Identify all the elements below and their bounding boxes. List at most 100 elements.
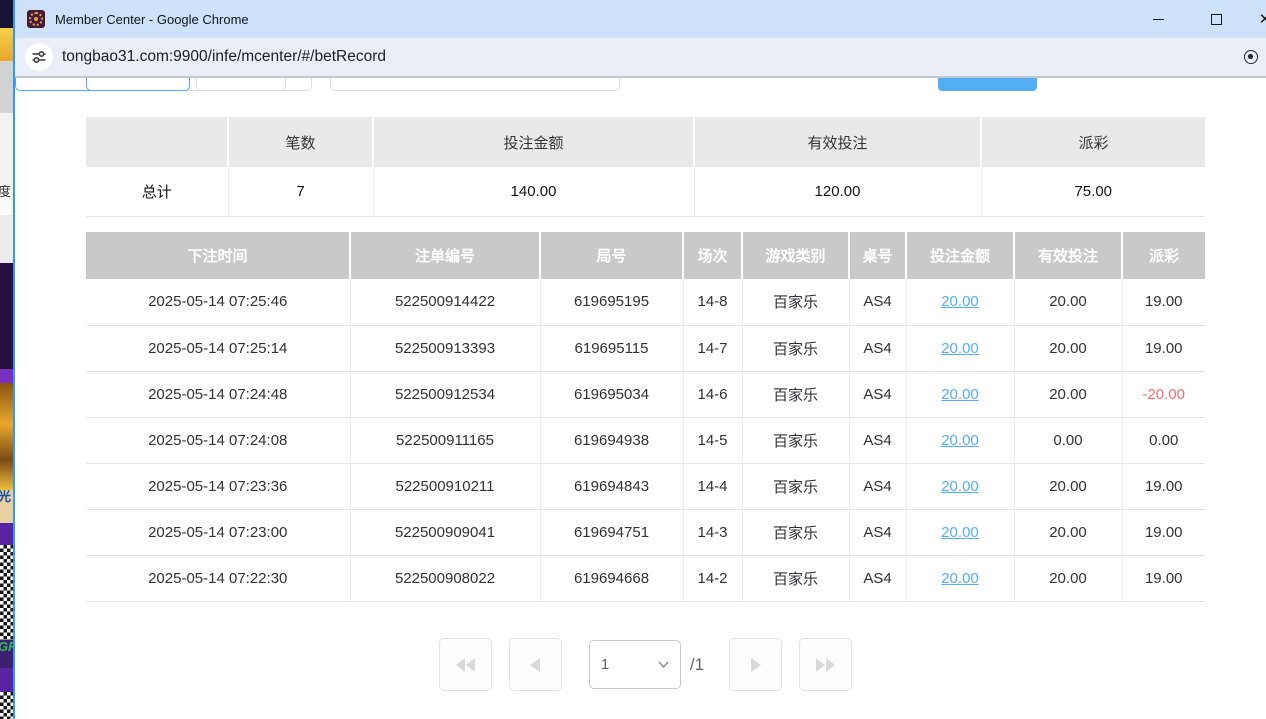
bet-amount-cell: 20.00 [906, 325, 1014, 371]
next-page-button[interactable] [729, 638, 782, 691]
table-no-cell: AS4 [849, 463, 906, 509]
site-settings-tune-icon[interactable] [25, 43, 53, 71]
col-header-valid-bet: 有效投注 [1014, 232, 1122, 279]
bg-violet-bar [0, 369, 13, 383]
bet-id-cell: 522500911165 [350, 417, 540, 463]
right-arrow-icon [751, 658, 761, 672]
col-header-table-no: 桌号 [849, 232, 906, 279]
bg-text-green: GR [0, 640, 13, 653]
bg-gold-banner [0, 383, 13, 490]
payout-cell: 19.00 [1122, 463, 1205, 509]
bet-id-cell: 522500910211 [350, 463, 540, 509]
bg-text-fragment: 度 [0, 185, 13, 215]
table-row: 2025-05-14 07:25:46 522500914422 6196951… [86, 279, 1205, 325]
bet-amount-cell: 20.00 [906, 417, 1014, 463]
table-no-cell: AS4 [849, 279, 906, 325]
session-cell: 14-2 [683, 555, 742, 601]
total-payout-cell: 75.00 [981, 167, 1205, 216]
bg-gray-block [0, 61, 13, 113]
bet-time-cell: 2025-05-14 07:24:08 [86, 417, 350, 463]
url-text[interactable]: tongbao31.com:9900/infe/mcenter/#/betRec… [62, 48, 386, 66]
maximize-button[interactable] [1206, 0, 1226, 38]
summary-header-row: 笔数 投注金额 有效投注 派彩 [86, 117, 1205, 167]
minimize-button[interactable] [1148, 0, 1168, 38]
last-page-button[interactable] [799, 638, 852, 691]
table-no-cell: AS4 [849, 555, 906, 601]
filter-button-cut-1[interactable] [86, 78, 190, 91]
round-id-cell: 619695195 [540, 279, 683, 325]
bet-amount-cell: 20.00 [906, 509, 1014, 555]
round-id-cell: 619694938 [540, 417, 683, 463]
search-button-cut[interactable] [938, 78, 1037, 91]
left-arrow-icon [530, 658, 540, 672]
total-pages-label: /1 [690, 655, 704, 675]
session-cell: 14-6 [683, 371, 742, 417]
window-title: Member Center - Google Chrome [55, 12, 249, 27]
bet-amount-link[interactable]: 20.00 [941, 432, 979, 449]
bg-qr-code-fragment-2 [0, 692, 13, 719]
valid-bet-cell: 20.00 [1014, 279, 1122, 325]
table-no-cell: AS4 [849, 371, 906, 417]
bet-id-cell: 522500908022 [350, 555, 540, 601]
target-icon[interactable] [1244, 50, 1258, 64]
bet-time-cell: 2025-05-14 07:23:00 [86, 509, 350, 555]
bet-time-cell: 2025-05-14 07:23:36 [86, 463, 350, 509]
bet-amount-link[interactable]: 20.00 [941, 570, 979, 587]
valid-bet-cell: 20.00 [1014, 371, 1122, 417]
prev-page-button[interactable] [509, 638, 562, 691]
valid-bet-cell: 20.00 [1014, 555, 1122, 601]
game-type-cell: 百家乐 [742, 279, 849, 325]
bet-amount-link[interactable]: 20.00 [941, 293, 979, 310]
bet-amount-link[interactable]: 20.00 [941, 386, 979, 403]
double-right-arrow-icon [816, 658, 835, 672]
bg-light-block [0, 113, 13, 185]
bet-amount-cell: 20.00 [906, 279, 1014, 325]
table-no-cell: AS4 [849, 325, 906, 371]
payout-cell: 0.00 [1122, 417, 1205, 463]
chevron-down-icon [658, 661, 669, 668]
col-header-payout: 派彩 [1122, 232, 1205, 279]
close-button[interactable]: ✕ [1255, 0, 1266, 38]
bet-id-cell: 522500909041 [350, 509, 540, 555]
bet-amount-link[interactable]: 20.00 [941, 524, 979, 541]
records-body: 2025-05-14 07:25:46 522500914422 6196951… [86, 279, 1205, 601]
bet-time-cell: 2025-05-14 07:24:48 [86, 371, 350, 417]
valid-bet-cell: 0.00 [1014, 417, 1122, 463]
page-select[interactable]: 1 [589, 640, 681, 689]
payout-cell: 19.00 [1122, 279, 1205, 325]
browser-window: Member Center - Google Chrome ✕ tongbao3… [13, 0, 1266, 719]
table-no-cell: AS4 [849, 417, 906, 463]
pagination: 1 /1 [86, 638, 1205, 691]
bg-gold-block [0, 28, 13, 61]
bet-id-cell: 522500914422 [350, 279, 540, 325]
bg-qr-code-fragment [0, 545, 13, 640]
valid-bet-cell: 20.00 [1014, 325, 1122, 371]
col-header-game-type: 游戏类别 [742, 232, 849, 279]
bet-id-cell: 522500912534 [350, 371, 540, 417]
bet-amount-link[interactable]: 20.00 [941, 340, 979, 357]
round-id-cell: 619695034 [540, 371, 683, 417]
payout-cell: -20.00 [1122, 371, 1205, 417]
round-id-cell: 619694668 [540, 555, 683, 601]
col-header-bet-time: 下注时间 [86, 232, 350, 279]
bg-purple-bar [0, 523, 13, 545]
background-window-strip: 度 光 GR [0, 0, 13, 719]
col-header-bet-id: 注单编号 [350, 232, 540, 279]
bet-records-table: 下注时间 注单编号 局号 场次 游戏类别 桌号 投注金额 有效投注 派彩 202… [86, 232, 1205, 602]
filter-button-cut-2[interactable] [196, 78, 286, 91]
session-cell: 14-7 [683, 325, 742, 371]
payout-cell: 19.00 [1122, 555, 1205, 601]
first-page-button[interactable] [439, 638, 492, 691]
bet-amount-link[interactable]: 20.00 [941, 478, 979, 495]
table-row: 2025-05-14 07:22:30 522500908022 6196946… [86, 555, 1205, 601]
bg-purple-bar-2 [0, 668, 13, 692]
summary-header-bet-amount: 投注金额 [373, 117, 694, 167]
bet-time-cell: 2025-05-14 07:25:14 [86, 325, 350, 371]
total-label-cell: 总计 [86, 167, 228, 216]
session-cell: 14-5 [683, 417, 742, 463]
game-type-cell: 百家乐 [742, 417, 849, 463]
table-no-cell: AS4 [849, 509, 906, 555]
date-range-input-cut[interactable] [330, 78, 620, 91]
bg-dark-block [0, 0, 13, 28]
table-row: 2025-05-14 07:23:00 522500909041 6196947… [86, 509, 1205, 555]
